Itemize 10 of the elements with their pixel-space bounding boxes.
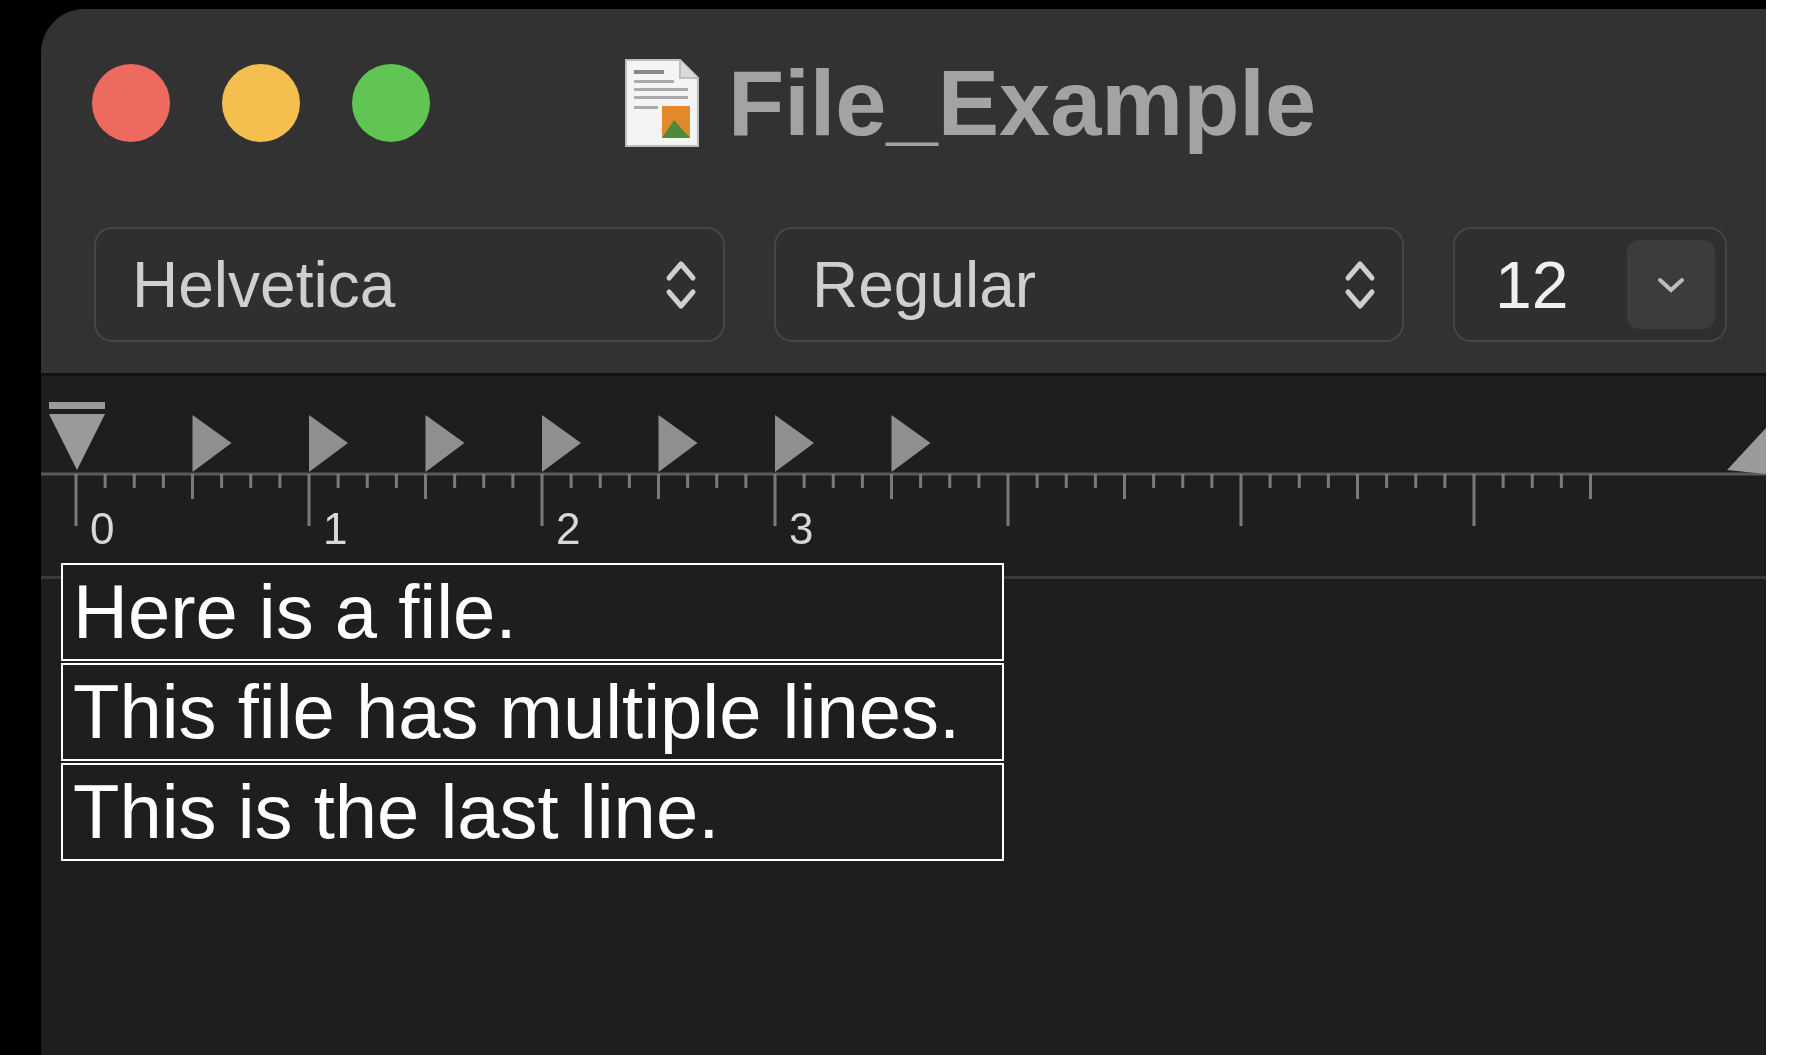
ruler-label: 1 bbox=[323, 504, 349, 554]
font-size-field[interactable]: 12 bbox=[1453, 227, 1727, 342]
ruler-label: 2 bbox=[556, 504, 582, 554]
style-dropdown[interactable]: Regular bbox=[774, 227, 1404, 342]
document-icon bbox=[622, 58, 702, 148]
window-title: File_Example bbox=[728, 50, 1317, 156]
ruler-label: 0 bbox=[90, 504, 116, 554]
font-dropdown[interactable]: Helvetica bbox=[94, 227, 725, 342]
ruler-label: 3 bbox=[789, 504, 815, 554]
chevron-down-icon bbox=[1656, 275, 1686, 294]
